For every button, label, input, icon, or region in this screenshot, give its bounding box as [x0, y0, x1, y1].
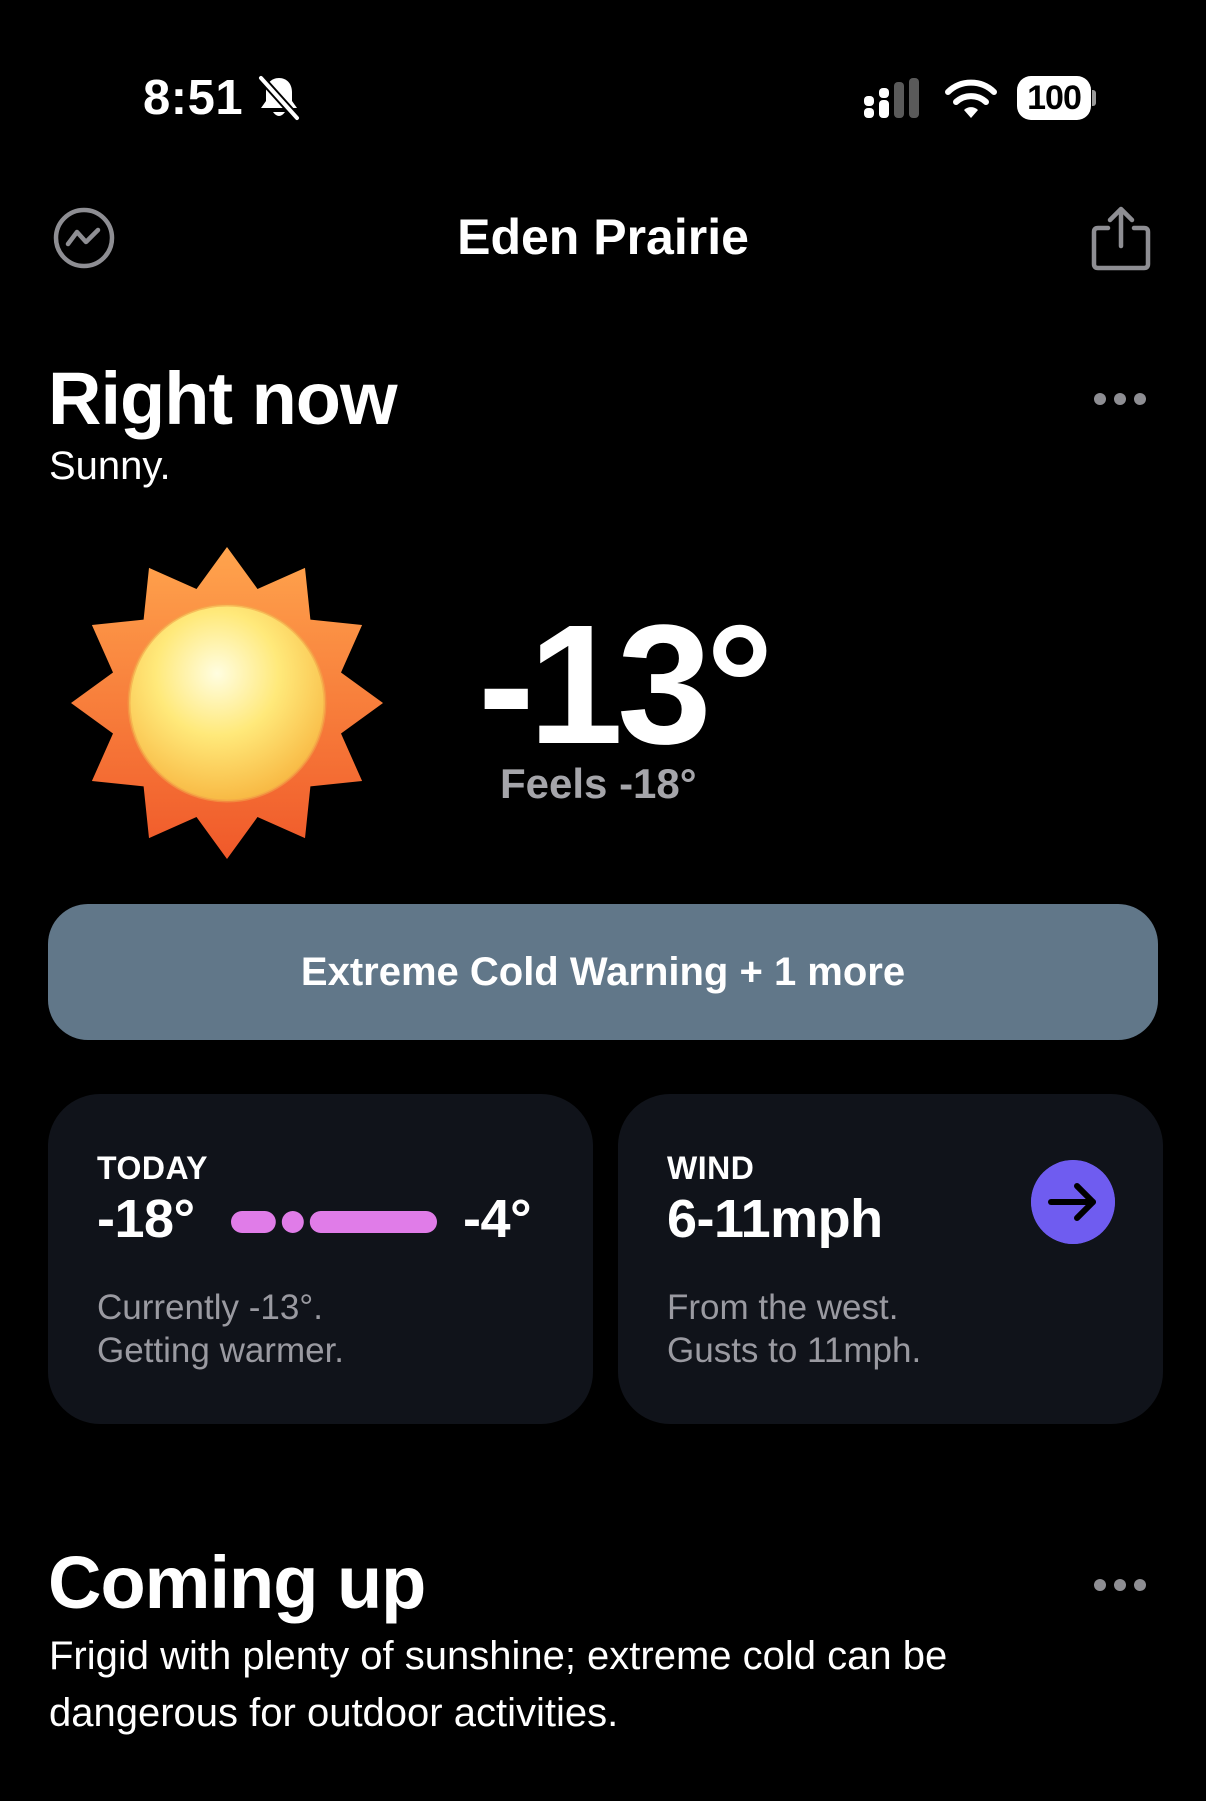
right-now-title: Right now	[48, 357, 398, 440]
coming-up-title: Coming up	[48, 1541, 426, 1624]
sun-icon	[71, 547, 383, 859]
city-title: Eden Prairie	[457, 209, 749, 265]
current-temperature: -13°	[478, 590, 774, 780]
arrow-right-icon	[1031, 1160, 1115, 1244]
weather-alert-button[interactable]: Extreme Cold Warning + 1 more	[48, 904, 1158, 1040]
battery-level: 100	[1017, 76, 1091, 120]
today-low: -18°	[97, 1189, 195, 1249]
status-time: 8:51	[143, 71, 244, 125]
battery-nub	[1092, 90, 1096, 106]
today-high: -4°	[463, 1189, 532, 1249]
today-label: TODAY	[97, 1150, 208, 1186]
wind-speed: 6-11mph	[667, 1189, 883, 1249]
feels-like: Feels -18°	[500, 760, 697, 807]
wind-label: WIND	[667, 1150, 755, 1186]
battery-indicator: 100	[1017, 76, 1096, 120]
wifi-icon	[945, 79, 997, 118]
share-icon[interactable]	[1090, 204, 1152, 272]
bell-slash-icon	[257, 74, 301, 122]
today-card[interactable]: TODAY -18° -4° Currently -13°. Getting w…	[48, 1094, 593, 1424]
today-description: Currently -13°. Getting warmer.	[97, 1286, 344, 1372]
temperature-range-bar	[231, 1211, 437, 1233]
wind-card[interactable]: WIND 6-11mph From the west. Gusts to 11m…	[618, 1094, 1163, 1424]
current-summary: Sunny.	[49, 444, 171, 488]
ellipsis-icon[interactable]	[1094, 1576, 1150, 1592]
today-description-line1: Currently -13°.	[97, 1288, 324, 1327]
wind-description-line1: From the west.	[667, 1288, 899, 1327]
wind-description-line2: Gusts to 11mph.	[667, 1331, 922, 1370]
coming-up-description: Frigid with plenty of sunshine; extreme …	[49, 1634, 948, 1735]
wind-description: From the west. Gusts to 11mph.	[667, 1286, 921, 1372]
cellular-signal-icon	[864, 78, 919, 118]
ellipsis-icon[interactable]	[1094, 390, 1150, 406]
today-description-line2: Getting warmer.	[97, 1331, 345, 1370]
